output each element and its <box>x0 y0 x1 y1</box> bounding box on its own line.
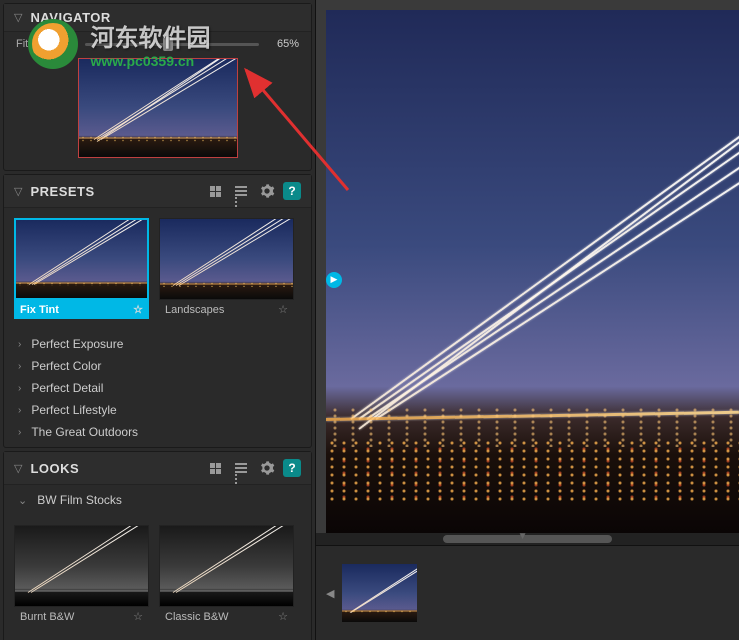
navigator-collapse-icon[interactable]: ▽ <box>14 11 22 24</box>
preset-category[interactable]: ›The Great Outdoors <box>4 421 311 443</box>
filmstrip: ◀ <box>316 545 739 640</box>
preset-thumb-fix-tint[interactable]: Fix Tint ☆ <box>14 218 149 319</box>
filmstrip-prev-icon[interactable]: ◀ <box>326 587 334 600</box>
looks-panel: ▽ LOOKS ? ⌄ BW Film Stocks <box>3 451 312 640</box>
preset-category[interactable]: ›Perfect Detail <box>4 377 311 399</box>
look-label: Classic B&W <box>165 611 229 623</box>
looks-collapse-icon[interactable]: ▽ <box>14 462 22 475</box>
look-thumb-burnt-bw[interactable]: Burnt B&W ☆ <box>14 525 149 626</box>
preset-label: Fix Tint <box>20 304 59 316</box>
presets-collapse-icon[interactable]: ▽ <box>14 185 22 198</box>
looks-subcategory[interactable]: ⌄ BW Film Stocks <box>4 485 311 515</box>
grid-view-icon[interactable] <box>205 181 225 201</box>
favorite-icon[interactable]: ☆ <box>278 303 288 316</box>
zoom-value: 65% <box>269 38 299 50</box>
look-thumb-classic-bw[interactable]: Classic B&W ☆ <box>159 525 294 626</box>
watermark-overlay: 河东软件园 www.pc0359.cn <box>28 18 210 69</box>
help-icon[interactable]: ? <box>283 459 301 477</box>
navigator-preview[interactable] <box>78 58 238 158</box>
main-area: ▶ ▼ ◀ <box>316 0 739 640</box>
preset-category[interactable]: ›Perfect Exposure <box>4 333 311 355</box>
list-view-icon[interactable] <box>231 458 251 478</box>
preset-thumb-landscapes[interactable]: Landscapes ☆ <box>159 218 294 319</box>
favorite-icon[interactable]: ☆ <box>278 610 288 623</box>
main-image-preview[interactable]: ▶ <box>326 10 739 533</box>
filmstrip-thumb[interactable] <box>342 564 417 622</box>
watermark-title: 河东软件园 <box>90 18 210 53</box>
preset-category[interactable]: ›Perfect Lifestyle <box>4 399 311 421</box>
favorite-icon[interactable]: ☆ <box>133 303 143 316</box>
grid-view-icon[interactable] <box>205 458 225 478</box>
preset-label: Landscapes <box>165 304 224 316</box>
gear-icon[interactable] <box>257 181 277 201</box>
preset-category[interactable]: ›Perfect Color <box>4 355 311 377</box>
left-sidebar: ▽ NAVIGATOR Fit | Percent 65% <box>0 0 316 640</box>
presets-title: PRESETS <box>30 184 205 199</box>
presets-panel: ▽ PRESETS ? <box>3 174 312 448</box>
look-label: Burnt B&W <box>20 611 74 623</box>
horizontal-scrollbar[interactable]: ▼ <box>316 533 739 545</box>
list-view-icon[interactable] <box>231 181 251 201</box>
favorite-icon[interactable]: ☆ <box>133 610 143 623</box>
help-icon[interactable]: ? <box>283 182 301 200</box>
watermark-logo-icon <box>28 19 78 69</box>
gear-icon[interactable] <box>257 458 277 478</box>
looks-title: LOOKS <box>30 461 205 476</box>
expand-handle-icon[interactable]: ▶ <box>326 272 342 288</box>
watermark-url: www.pc0359.cn <box>90 53 210 69</box>
